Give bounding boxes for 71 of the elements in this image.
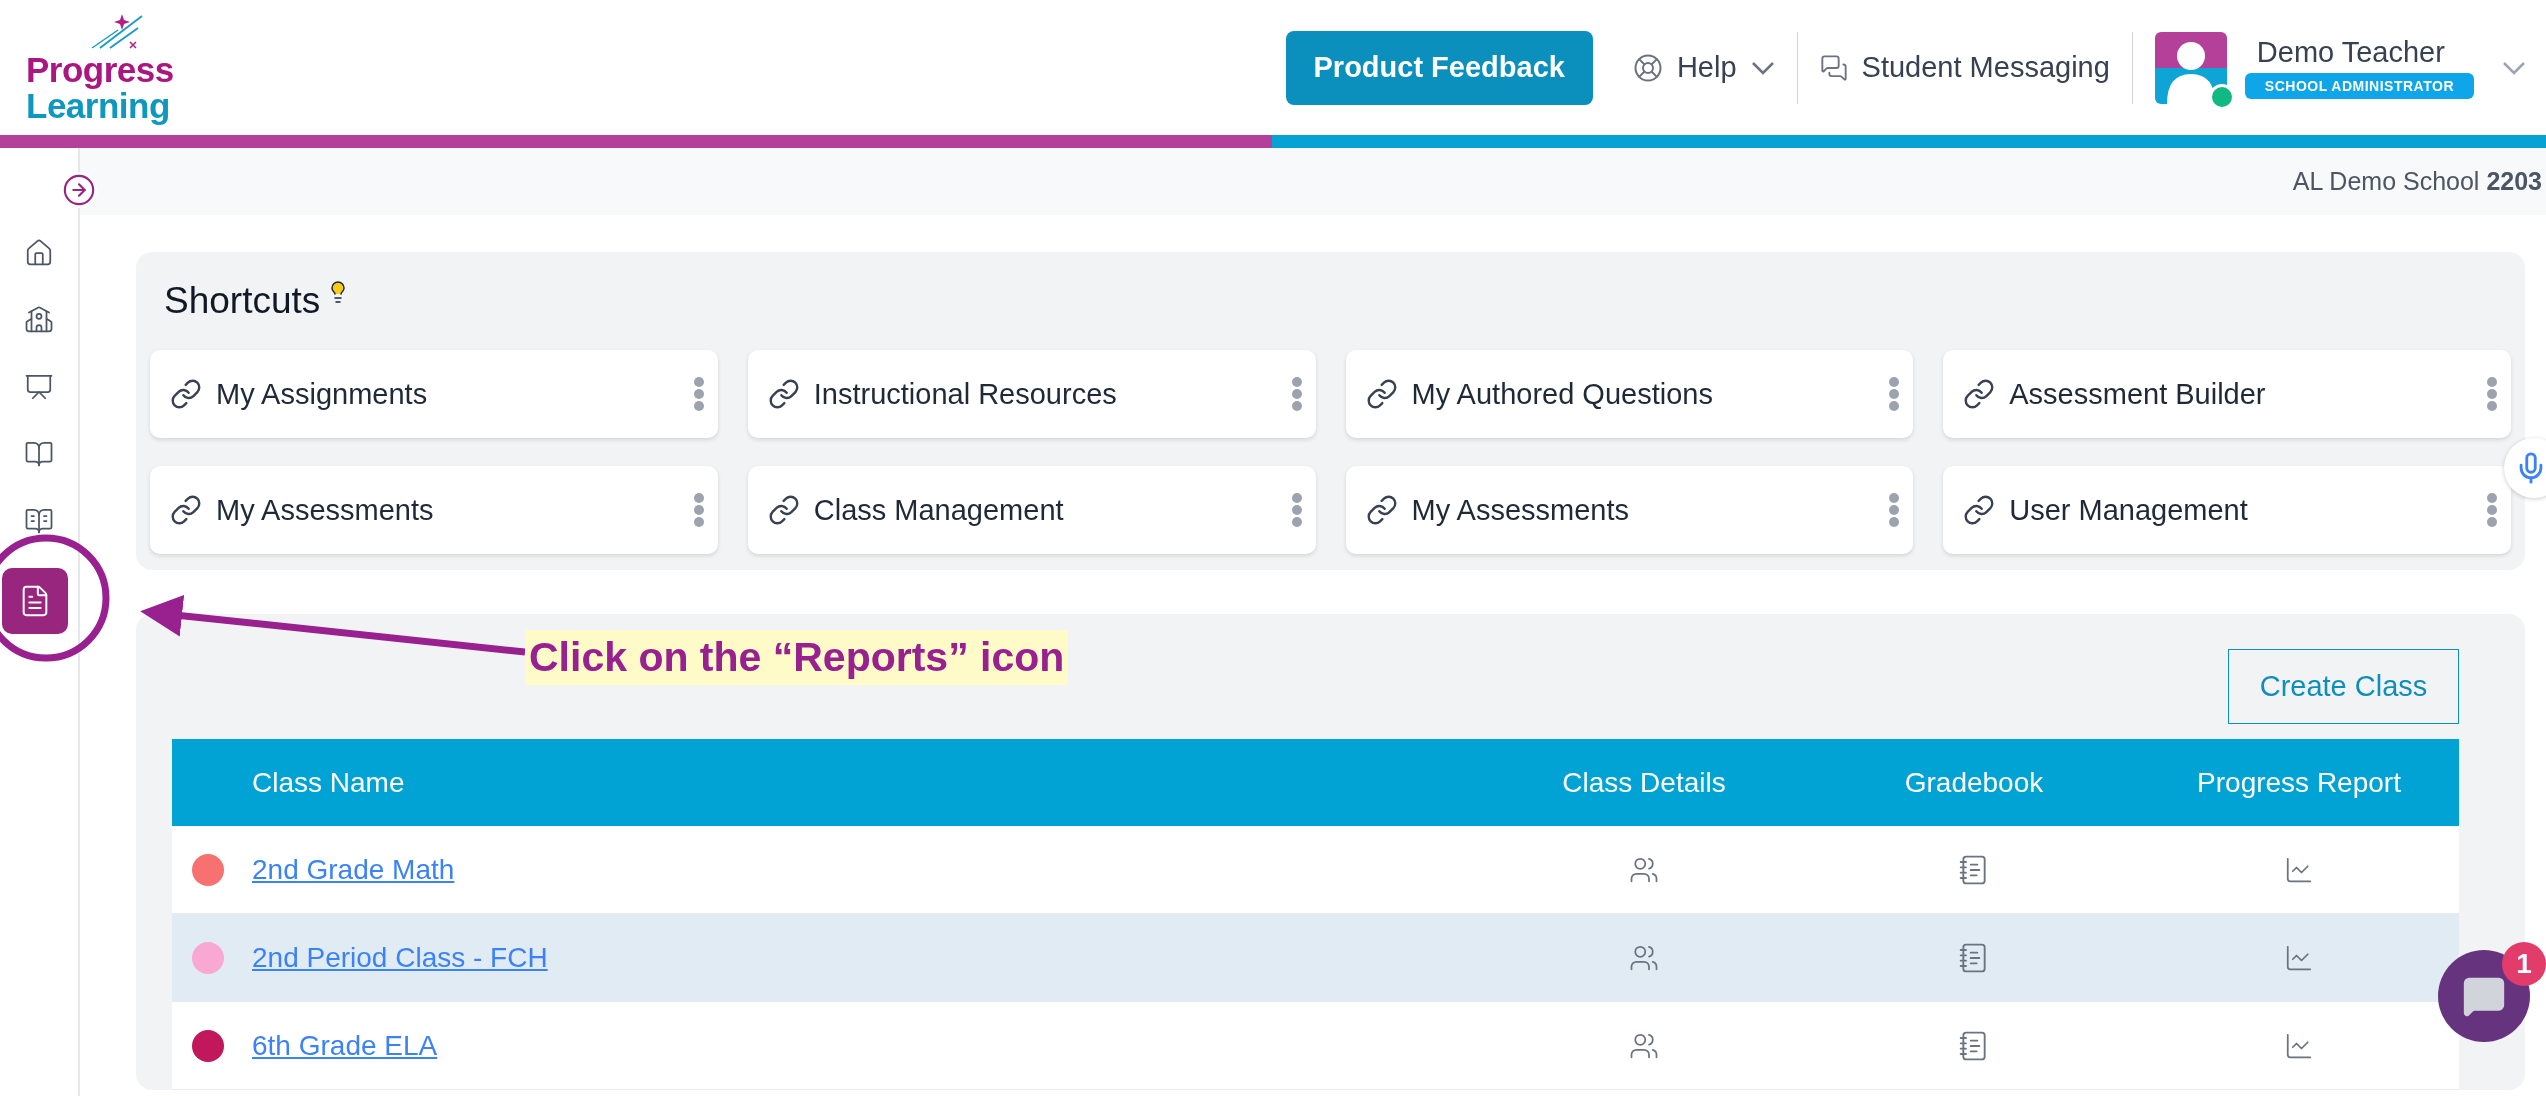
vertical-dots-icon [693,377,704,411]
book-info-icon [24,506,54,536]
school-building-icon [24,305,54,335]
user-menu-chevron[interactable] [2502,60,2526,75]
link-icon [767,378,800,410]
shortcut-card[interactable]: My Assessments [150,466,718,554]
chevron-down-icon [1750,60,1775,75]
more-options-button[interactable] [693,493,704,527]
link-icon [170,494,202,526]
shortcut-card[interactable]: User Management [1943,466,2511,554]
shooting-star-icon [91,13,143,49]
column-header: Class Details [1561,766,1727,799]
shortcut-link[interactable]: My Assignments [216,377,680,411]
class-row[interactable]: 6th Grade ELA [172,1002,2459,1090]
link-icon [767,494,800,526]
shortcut-link[interactable]: Class Management [813,493,1278,527]
arrow-right-circle-icon [62,173,96,207]
sidebar-item[interactable] [2,568,68,634]
help-menu[interactable]: Help [1616,37,1791,98]
more-options-button[interactable] [1889,493,1900,527]
more-options-button[interactable] [1889,377,1900,411]
shortcut-link[interactable]: My Assessments [1411,493,1876,527]
shortcut-card[interactable]: My Assessments [1345,466,1914,554]
vertical-dots-icon [1889,493,1900,527]
link-icon [170,378,202,410]
column-header: Gradebook [1903,766,2045,799]
shortcut-link[interactable]: User Management [2009,493,2473,527]
vertical-dots-icon [1889,377,1900,411]
shortcut-card[interactable]: Class Management [747,466,1316,554]
product-feedback-button[interactable]: Product Feedback [1285,30,1593,105]
class-row[interactable]: 2nd Grade Math [172,826,2459,914]
shortcut-link[interactable]: My Assessments [216,493,680,527]
link-icon [1963,494,1996,526]
link-icon [1963,378,1996,410]
progress-learning-logo[interactable]: Progress Learning [26,11,174,124]
lifebuoy-icon [1632,52,1663,83]
more-options-button[interactable] [2487,493,2497,527]
link-icon [1365,378,1398,410]
shortcut-link[interactable]: Assessment Builder [2009,377,2473,411]
link-icon [1365,494,1398,526]
more-options-button[interactable] [1291,493,1302,527]
home-icon [24,238,54,268]
vertical-dots-icon [2487,377,2497,411]
shortcut-card[interactable]: My Authored Questions [1345,350,1914,438]
class-name-link[interactable]: 2nd Grade Math [252,853,455,886]
vertical-dots-icon [1291,493,1302,527]
shortcut-card[interactable]: My Assignments [150,350,718,438]
shortcut-card[interactable]: Instructional Resources [747,350,1316,438]
school-name: AL Demo School 2203 [2292,167,2542,196]
chat-bubbles-icon [1819,53,1848,82]
column-header: Progress Report [2196,766,2402,799]
shortcut-link[interactable]: My Authored Questions [1411,377,1876,411]
more-options-button[interactable] [693,377,704,411]
class-name-link[interactable]: 6th Grade ELA [252,1029,438,1062]
vertical-dots-icon [693,493,704,527]
shortcuts-title: Shortcuts [164,280,321,322]
vertical-dots-icon [2487,493,2497,527]
open-book-icon [24,439,54,469]
classroom-icon [24,372,54,402]
shortcut-link[interactable]: Instructional Resources [813,377,1278,411]
more-options-button[interactable] [2487,377,2497,411]
role-badge: SCHOOL ADMINISTRATOR [2244,73,2474,99]
chevron-down-icon [2502,60,2526,75]
user-name: Demo Teacher [2255,36,2445,69]
instruction-callout: Click on the “Reports” icon [525,630,1069,685]
vertical-dots-icon [1291,377,1302,411]
shortcut-card[interactable]: Assessment Builder [1943,350,2511,438]
column-header: Class Name [251,766,406,799]
notification-badge: 1 [2502,942,2546,986]
more-options-button[interactable] [1291,377,1302,411]
student-messaging-link[interactable]: Student Messaging [1803,37,2126,98]
